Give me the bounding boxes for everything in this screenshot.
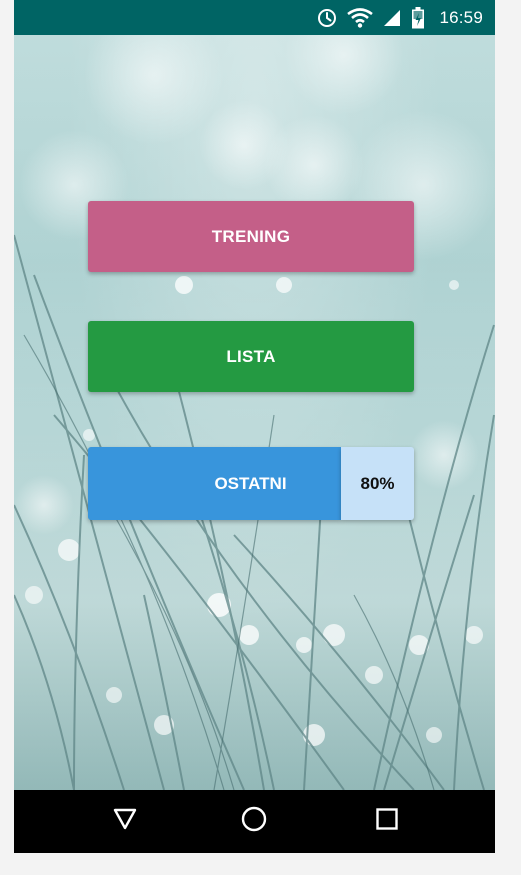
battery-charging-icon [411,6,425,29]
ostatni-button[interactable]: OSTATNI [88,447,341,520]
wallpaper-background [14,35,495,790]
alarm-clock-icon [317,8,337,28]
lista-button[interactable]: LISTA [88,321,414,392]
status-bar: 16:59 [14,0,495,35]
wifi-icon [347,7,374,28]
status-icons: 16:59 [317,0,483,35]
ostatni-percent-badge: 80% [341,447,414,520]
phone-screen: 16:59 TRENING LISTA OSTATNI 80% [14,0,495,853]
home-button[interactable] [214,790,294,853]
status-clock: 16:59 [439,7,483,27]
back-button[interactable] [85,790,165,853]
back-triangle-icon [113,808,137,835]
ostatni-row: OSTATNI 80% [88,447,414,520]
home-circle-icon [240,805,268,838]
recents-square-icon [375,807,399,836]
cell-signal-icon [383,9,401,27]
recents-button[interactable] [347,790,427,853]
navigation-bar [14,790,495,853]
trening-button[interactable]: TRENING [88,201,414,272]
